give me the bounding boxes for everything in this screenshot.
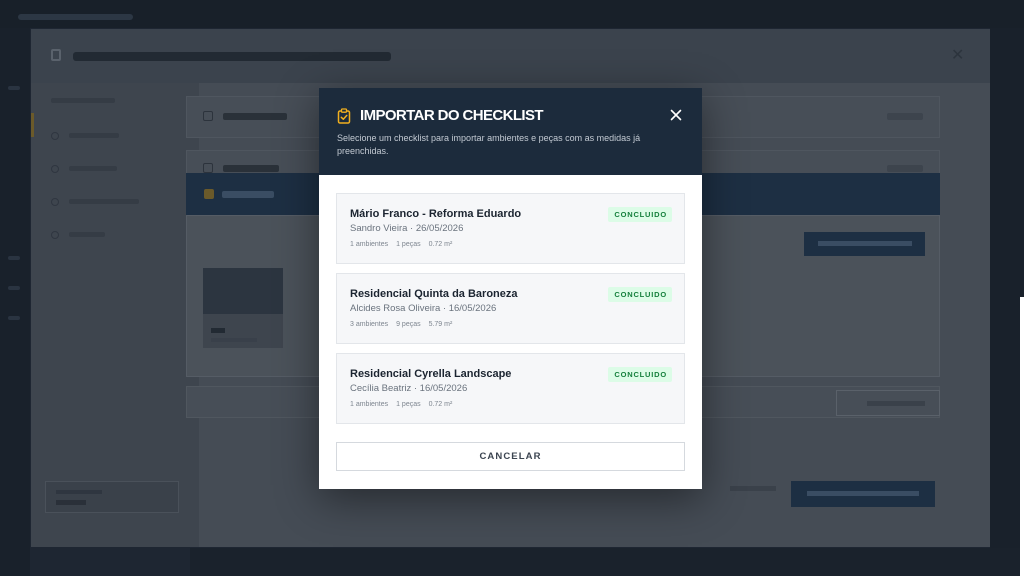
page-edge [1020, 297, 1024, 576]
pecas-count: 1 peças [396, 401, 421, 408]
ambientes-count: 1 ambientes [350, 241, 389, 248]
rail-item [8, 86, 20, 90]
sidebar-active-marker [31, 113, 34, 137]
sidebar-summary [45, 481, 179, 513]
checklist-meta: Alcides Rosa Oliveira · 16/05/2026 [350, 303, 497, 314]
checklist-stats: 1 ambientes 1 peças 0.72 m² [350, 401, 458, 408]
sidebar-heading [51, 98, 115, 103]
app-left-rail [0, 28, 30, 576]
close-icon: ✕ [951, 47, 965, 64]
area-value: 0.72 m² [428, 241, 453, 248]
dialog-subtitle: Selecione um checklist para importar amb… [337, 133, 641, 156]
checklist-title: Residencial Cyrella Landscape [350, 368, 512, 380]
cancel-button[interactable]: CANCELAR [336, 442, 685, 471]
area-value: 5.79 m² [428, 321, 453, 328]
checklist-meta: Cecília Beatriz · 16/05/2026 [350, 383, 468, 394]
import-checklist-dialog: IMPORTAR DO CHECKLIST Selecione um check… [319, 88, 702, 489]
checklist-meta: Sandro Vieira · 26/05/2026 [350, 223, 464, 234]
pecas-count: 1 peças [396, 241, 421, 248]
app-topbar [0, 0, 1024, 28]
pecas-count: 9 peças [396, 321, 421, 328]
background-finish-button [836, 390, 940, 416]
checklist-title: Residencial Quinta da Baroneza [350, 288, 518, 300]
checklist-stats: 1 ambientes 1 peças 0.72 m² [350, 241, 458, 248]
ambientes-count: 3 ambientes [350, 321, 389, 328]
dialog-title: IMPORTAR DO CHECKLIST [360, 107, 544, 124]
checklist-stats: 3 ambientes 9 peças 5.79 m² [350, 321, 458, 328]
checklist-item[interactable]: Residencial Quinta da Baroneza Alcides R… [336, 273, 685, 344]
status-badge: CONCLUIDO [608, 207, 672, 222]
status-badge: CONCLUIDO [608, 287, 672, 302]
rail-item [8, 286, 20, 290]
dialog-header: IMPORTAR DO CHECKLIST Selecione um check… [319, 88, 702, 175]
checklist-item[interactable]: Residencial Cyrella Landscape Cecília Be… [336, 353, 685, 424]
app-right-rail [990, 28, 1024, 576]
background-piece-card [203, 268, 283, 348]
close-icon[interactable] [668, 107, 684, 123]
area-value: 0.72 m² [428, 401, 453, 408]
background-modal-header: ✕ [31, 29, 990, 83]
rail-item [8, 316, 20, 320]
background-add-button [804, 232, 925, 256]
ambientes-count: 1 ambientes [350, 401, 389, 408]
background-cancel [730, 486, 776, 491]
status-badge: CONCLUIDO [608, 367, 672, 382]
checklist-item[interactable]: Mário Franco - Reforma Eduardo Sandro Vi… [336, 193, 685, 264]
rail-item [8, 256, 20, 260]
document-icon [51, 49, 61, 61]
background-sidebar [31, 83, 199, 547]
checklist-title: Mário Franco - Reforma Eduardo [350, 208, 522, 220]
background-save-button [791, 481, 935, 507]
background-modal-title [73, 52, 391, 61]
clipboard-check-icon [337, 108, 351, 124]
app-bottom-bar [190, 548, 1024, 576]
breadcrumb [18, 14, 133, 20]
